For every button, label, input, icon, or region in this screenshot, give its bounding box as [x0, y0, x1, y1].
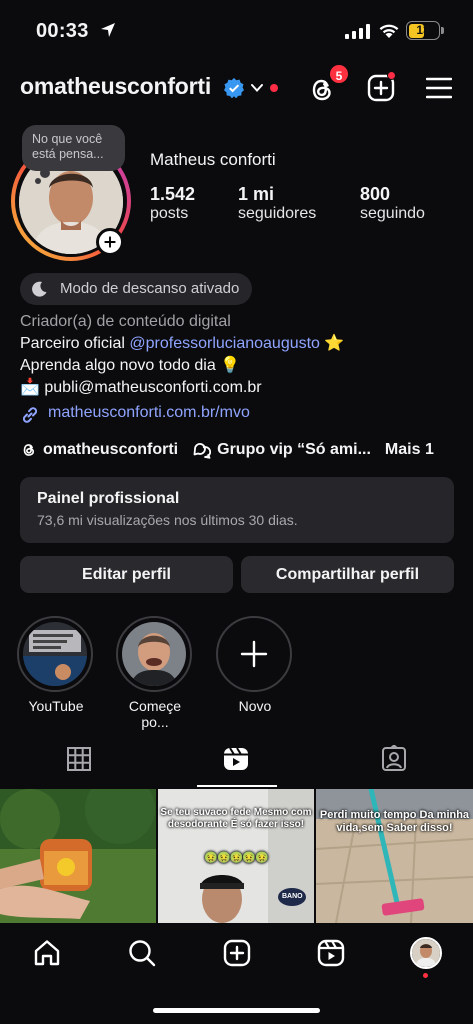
tagged-tab-icon[interactable] [380, 745, 408, 773]
link-icon [22, 407, 38, 423]
share-profile-button[interactable]: Compartilhar perfil [241, 556, 454, 593]
highlight-ring [116, 616, 192, 692]
verified-badge-icon [224, 78, 244, 98]
bio-partner-suffix: ⭐ [319, 335, 345, 352]
highlight-comece[interactable]: Começe po... [116, 616, 194, 730]
add-story-icon[interactable] [96, 228, 124, 256]
battery-cap [441, 27, 444, 34]
bio-partner-line: Parceiro oficial @professorlucianoaugust… [20, 333, 344, 355]
highlight-cover-youtube [23, 622, 87, 686]
rest-mode-chip[interactable]: Modo de descanso ativado [20, 273, 253, 305]
professional-dashboard-title: Painel profissional [37, 490, 180, 507]
reels-tab-icon[interactable] [222, 745, 250, 773]
reel-3-caption: Perdi muito tempo Da minha vida,sem Sabe… [319, 809, 470, 834]
threads-small-icon [23, 444, 35, 456]
professional-dashboard[interactable]: Painel profissional 73,6 mi visualizaçõe… [20, 477, 454, 543]
reel-2-sign: BANO [282, 893, 303, 900]
threads-chip-label: omatheusconforti [43, 441, 179, 458]
profile-username[interactable]: omatheusconforti [20, 73, 211, 100]
reel-thumbnail-1[interactable] [0, 789, 156, 923]
stat-posts[interactable]: 1.542 posts [150, 184, 195, 223]
bio-website-link[interactable]: matheusconforti.com.br/mvo [48, 404, 250, 422]
highlight-youtube[interactable]: YouTube [17, 616, 95, 714]
highlight-cover-comece [122, 622, 186, 686]
chat-bubbles-icon [193, 443, 212, 459]
moon-icon [32, 281, 47, 297]
profile-notification-dot [423, 973, 428, 978]
reels-nav-icon[interactable] [316, 938, 346, 968]
profile-nav-avatar-image [412, 939, 440, 967]
bio-category: Criador(a) de conteúdo digital [20, 313, 231, 330]
profile-links-row: omatheusconforti Grupo vip “Só ami... Ma… [20, 441, 448, 459]
more-links-chip[interactable]: Mais 1 [385, 441, 434, 459]
highlight-new[interactable]: Novo [216, 616, 294, 714]
reel-thumbnail-2[interactable]: Se teu suvaco fede Mesmo com desodorante… [158, 789, 314, 923]
new-post-icon[interactable] [222, 938, 252, 968]
highlight-ring [17, 616, 93, 692]
stat-following[interactable]: 800 seguindo [360, 184, 425, 223]
bio-partner-prefix: Parceiro oficial [20, 335, 130, 352]
stat-followers-label: seguidores [238, 205, 317, 222]
more-links-label: Mais 1 [384, 441, 434, 458]
threads-notification-badge: 5 [328, 63, 350, 85]
group-chip-label: Grupo vip “Só ami... [217, 441, 371, 458]
plus-icon [240, 640, 268, 668]
stat-followers-value: 1 mi [238, 184, 275, 204]
edit-profile-button[interactable]: Editar perfil [20, 556, 233, 593]
grid-tab-icon[interactable] [65, 745, 93, 773]
home-icon[interactable] [32, 938, 62, 968]
stat-followers[interactable]: 1 mi seguidores [238, 184, 316, 223]
reel-thumbnail-3[interactable]: Perdi muito tempo Da minha vida,sem Sabe… [316, 789, 473, 923]
reel-2-emojis: 🤢🤢🤢🤢🤢 [204, 852, 268, 864]
chevron-down-icon[interactable] [250, 82, 264, 94]
group-chip[interactable]: Grupo vip “Só ami... [192, 441, 371, 459]
reel-2-caption: Se teu suvaco fede Mesmo com desodorante… [160, 807, 312, 830]
profile-nav-avatar[interactable] [410, 937, 442, 969]
highlight-label: YouTube [28, 698, 84, 714]
status-time: 00:33 [36, 20, 89, 42]
bio-line-email: 📩 publi@matheusconforti.com.br [20, 379, 262, 396]
highlight-label: Começe po... [128, 698, 182, 730]
search-icon[interactable] [127, 938, 157, 968]
account-notification-dot [270, 84, 278, 92]
highlight-thumbnail [23, 622, 87, 686]
active-tab-indicator [197, 785, 277, 787]
hamburger-menu-icon[interactable] [426, 77, 452, 99]
wifi-icon [379, 24, 399, 38]
stat-posts-label: posts [150, 205, 189, 222]
highlight-thumbnail [122, 622, 186, 686]
stat-posts-value: 1.542 [150, 184, 196, 204]
reel-thumbnail-image [0, 789, 156, 923]
bio-line-learn: Aprenda algo novo todo dia 💡 [20, 357, 241, 374]
battery-level: 13 [416, 23, 430, 37]
battery-indicator: 13 [406, 21, 440, 40]
note-bubble-tail-small [35, 178, 41, 184]
highlight-label: Novo [238, 698, 272, 714]
profile-full-name: Matheus conforti [150, 150, 276, 169]
note-bubble[interactable]: No que você está pensa... [22, 125, 125, 171]
note-bubble-tail [40, 168, 50, 178]
cellular-signal-icon [345, 24, 370, 39]
professional-dashboard-subtitle: 73,6 mi visualizações nos últimos 30 dia… [37, 512, 298, 528]
new-highlight-ring [216, 616, 292, 692]
location-arrow-icon [101, 23, 115, 37]
bio-mention-link[interactable]: @professorlucianoaugusto [129, 335, 320, 352]
stat-following-value: 800 [360, 184, 391, 204]
threads-profile-chip[interactable]: omatheusconforti [20, 441, 178, 459]
stat-following-label: seguindo [360, 205, 425, 222]
home-indicator [153, 1008, 320, 1013]
create-notification-dot [387, 71, 396, 80]
